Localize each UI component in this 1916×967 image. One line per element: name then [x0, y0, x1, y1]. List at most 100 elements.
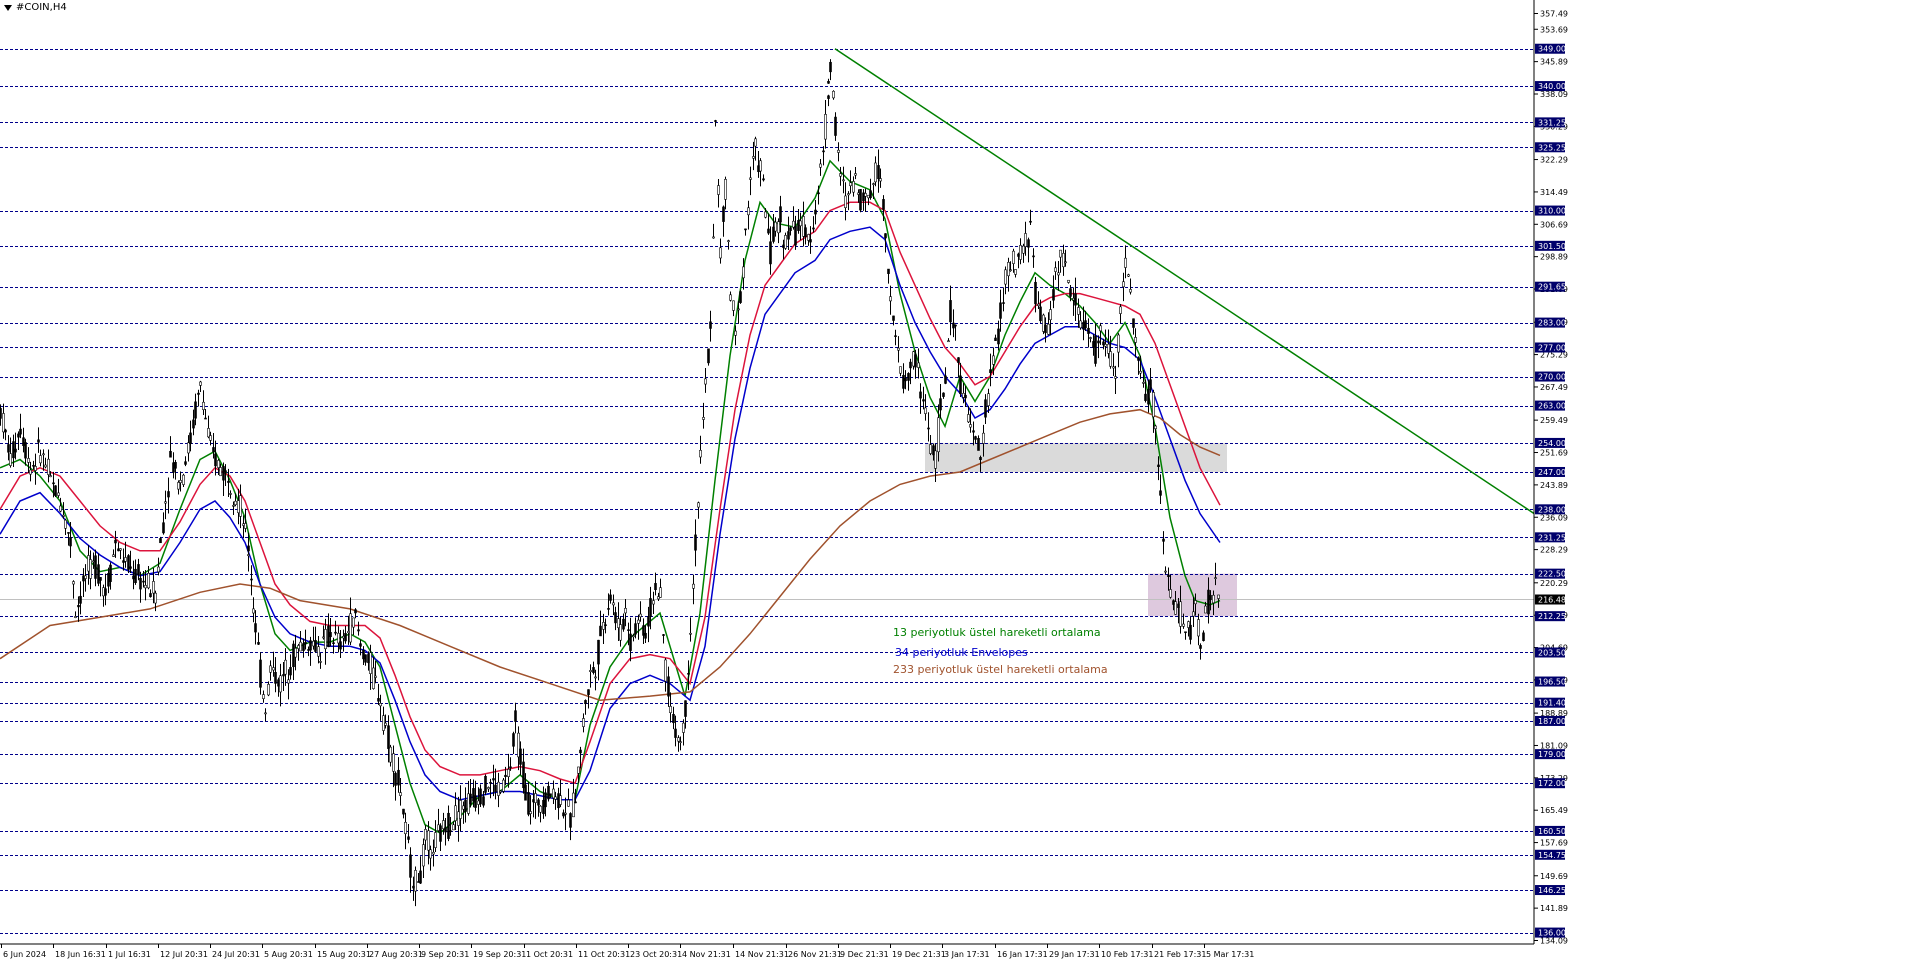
candle-body — [1049, 309, 1052, 321]
candle-body — [647, 616, 650, 627]
candle-body — [594, 676, 597, 679]
x-tick-label: 26 Nov 21:31 — [788, 950, 842, 959]
candle-body — [1107, 343, 1110, 354]
candle-body — [547, 785, 550, 800]
candle-body — [7, 444, 10, 453]
candle-body — [64, 519, 67, 529]
candle-body — [272, 667, 275, 671]
candle-body — [154, 592, 157, 604]
candle-body — [859, 189, 862, 211]
price-chart[interactable]: 357.49353.69345.89338.09330.29322.29314.… — [0, 0, 1916, 963]
candle-body — [1014, 269, 1017, 275]
candle-body — [62, 514, 65, 517]
candle-body — [1007, 262, 1010, 277]
candle-body — [1054, 267, 1057, 272]
candle-body — [814, 209, 817, 215]
candle-body — [97, 564, 100, 584]
candle-body — [162, 522, 165, 534]
candle-body — [809, 239, 812, 243]
candle-body — [252, 608, 255, 614]
x-tick-label: 16 Jan 17:31 — [997, 950, 1048, 959]
candle-body — [749, 177, 752, 180]
candle-body — [914, 354, 917, 368]
candle-body — [524, 784, 527, 801]
candle-body — [1167, 574, 1170, 578]
candle-body — [512, 733, 515, 747]
candle-body — [877, 165, 880, 180]
candle-body — [282, 674, 285, 677]
candle-body — [1052, 289, 1055, 301]
candle-body — [319, 661, 322, 663]
candle-body — [432, 851, 435, 855]
candle-body — [519, 748, 522, 765]
candle-body — [837, 149, 840, 153]
candle-body — [392, 753, 395, 772]
x-tick-label: 10 Feb 17:31 — [1101, 950, 1153, 959]
candle-body — [762, 178, 765, 181]
series-line-2[interactable] — [0, 201, 1221, 785]
candle-body — [324, 629, 327, 650]
chart-area[interactable]: 357.49353.69345.89338.09330.29322.29314.… — [0, 0, 1916, 963]
candle-body — [947, 340, 950, 343]
candle-body — [492, 778, 495, 781]
candle-body — [1137, 357, 1140, 361]
candle-body — [1209, 595, 1212, 601]
candle-body — [1074, 293, 1077, 306]
candle-body — [1092, 341, 1095, 348]
candle-body — [904, 377, 907, 382]
candle-body — [279, 675, 282, 693]
y-tick-label: 157.69 — [1540, 839, 1568, 848]
symbol-label[interactable]: #COIN,H4 — [4, 2, 67, 13]
candle-body — [1154, 425, 1157, 430]
candle-body — [764, 211, 767, 218]
candle-body — [1019, 245, 1022, 260]
dropdown-triangle-icon[interactable] — [4, 4, 12, 11]
candle-body — [592, 667, 595, 673]
candle-body — [844, 195, 847, 208]
candle-body — [1122, 281, 1125, 288]
candle-body — [972, 430, 975, 433]
candle-body — [989, 369, 992, 374]
candle-body — [1207, 589, 1210, 615]
candle-body — [479, 788, 482, 805]
candle-body — [314, 640, 317, 652]
candle-body — [222, 466, 225, 481]
candle-body — [102, 587, 105, 597]
legend-env34: 34 periyotluk Envelopes — [895, 646, 1028, 659]
candle-body — [829, 61, 832, 73]
y-tick-label: 322.29 — [1540, 156, 1568, 165]
level-price-label: 340.00 — [1538, 82, 1566, 91]
candle-body — [269, 665, 272, 673]
candle-body — [684, 700, 687, 717]
candle-body — [1117, 334, 1120, 353]
candle-body — [219, 467, 222, 477]
y-tick-label: 298.89 — [1540, 253, 1568, 262]
candle-body — [579, 749, 582, 754]
series-line-0[interactable] — [0, 159, 1221, 834]
level-price-label: 231.25 — [1538, 533, 1566, 542]
series-line-1[interactable] — [0, 226, 1221, 801]
candle-body — [1112, 366, 1115, 369]
candle-body — [1157, 464, 1160, 468]
level-price-label: 222.50 — [1538, 570, 1566, 579]
candle-body — [704, 378, 707, 385]
candle-body — [944, 375, 947, 384]
candle-body — [204, 417, 207, 420]
candle-body — [397, 769, 400, 786]
candle-body — [599, 625, 602, 637]
candle-body — [439, 825, 442, 842]
candle-body — [1057, 272, 1060, 276]
candle-body — [1012, 250, 1015, 264]
candle-body — [69, 537, 72, 547]
candle-body — [702, 417, 705, 420]
candle-body — [634, 623, 637, 635]
candle-body — [639, 613, 642, 618]
candle-body — [427, 830, 430, 851]
level-price-label: 247.00 — [1538, 468, 1566, 477]
candle-body — [99, 577, 102, 581]
candle-body — [587, 689, 590, 695]
candle-body — [667, 676, 670, 697]
candle-body — [484, 775, 487, 793]
candle-body — [567, 799, 570, 807]
candle-body — [377, 698, 380, 702]
